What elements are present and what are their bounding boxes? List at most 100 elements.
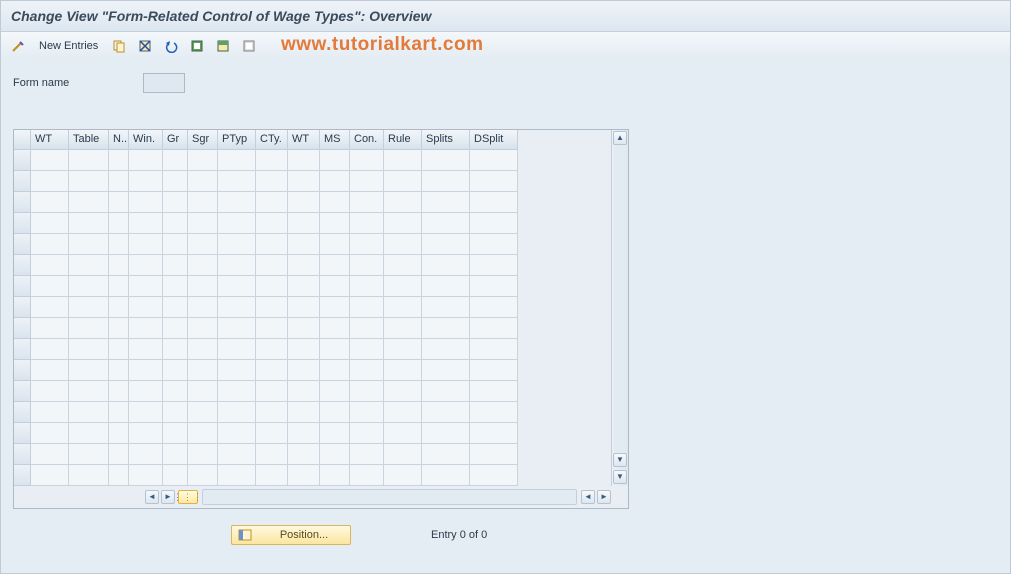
cell[interactable] <box>320 171 350 192</box>
cell[interactable] <box>422 171 470 192</box>
cell[interactable] <box>69 465 109 486</box>
cell[interactable] <box>288 339 320 360</box>
cell[interactable] <box>256 171 288 192</box>
cell[interactable] <box>31 276 69 297</box>
column-header[interactable]: Win. <box>129 130 163 150</box>
cell[interactable] <box>31 465 69 486</box>
cell[interactable] <box>218 402 256 423</box>
cell[interactable] <box>129 339 163 360</box>
cell[interactable] <box>288 444 320 465</box>
scroll-down-button[interactable]: ▼ <box>613 453 627 467</box>
cell[interactable] <box>320 402 350 423</box>
row-select-handle[interactable] <box>14 444 31 465</box>
cell[interactable] <box>31 360 69 381</box>
cell[interactable] <box>31 339 69 360</box>
row-select-handle[interactable] <box>14 360 31 381</box>
cell[interactable] <box>69 423 109 444</box>
cell[interactable] <box>320 360 350 381</box>
cell[interactable] <box>288 360 320 381</box>
cell[interactable] <box>422 423 470 444</box>
cell[interactable] <box>470 297 518 318</box>
cell[interactable] <box>109 171 129 192</box>
row-select-handle[interactable] <box>14 192 31 213</box>
cell[interactable] <box>470 234 518 255</box>
cell[interactable] <box>256 444 288 465</box>
cell[interactable] <box>129 276 163 297</box>
cell[interactable] <box>129 444 163 465</box>
cell[interactable] <box>384 339 422 360</box>
row-select-handle[interactable] <box>14 255 31 276</box>
column-header[interactable]: Rule <box>384 130 422 150</box>
cell[interactable] <box>256 360 288 381</box>
cell[interactable] <box>69 360 109 381</box>
row-select-handle[interactable] <box>14 423 31 444</box>
cell[interactable] <box>288 150 320 171</box>
cell[interactable] <box>384 150 422 171</box>
form-name-field[interactable] <box>143 73 185 93</box>
cell[interactable] <box>256 402 288 423</box>
cell[interactable] <box>350 297 384 318</box>
cell[interactable] <box>129 402 163 423</box>
cell[interactable] <box>256 465 288 486</box>
cell[interactable] <box>69 381 109 402</box>
cell[interactable] <box>31 402 69 423</box>
cell[interactable] <box>109 465 129 486</box>
cell[interactable] <box>69 150 109 171</box>
cell[interactable] <box>129 360 163 381</box>
cell[interactable] <box>350 150 384 171</box>
cell[interactable] <box>288 402 320 423</box>
cell[interactable] <box>31 423 69 444</box>
cell[interactable] <box>163 360 188 381</box>
column-picker-button[interactable]: ⋮⋮⋮ <box>178 490 198 504</box>
column-header[interactable]: MS <box>320 130 350 150</box>
cell[interactable] <box>218 213 256 234</box>
cell[interactable] <box>384 360 422 381</box>
cell[interactable] <box>109 339 129 360</box>
cell[interactable] <box>129 213 163 234</box>
cell[interactable] <box>218 444 256 465</box>
cell[interactable] <box>288 255 320 276</box>
cell[interactable] <box>31 171 69 192</box>
cell[interactable] <box>129 234 163 255</box>
cell[interactable] <box>69 213 109 234</box>
cell[interactable] <box>188 297 218 318</box>
cell[interactable] <box>350 171 384 192</box>
cell[interactable] <box>109 276 129 297</box>
scroll-left-button[interactable]: ◄ <box>145 490 159 504</box>
cell[interactable] <box>256 297 288 318</box>
cell[interactable] <box>109 150 129 171</box>
cell[interactable] <box>109 318 129 339</box>
cell[interactable] <box>218 360 256 381</box>
cell[interactable] <box>470 444 518 465</box>
scroll-left-button-2[interactable]: ◄ <box>581 490 595 504</box>
cell[interactable] <box>350 213 384 234</box>
cell[interactable] <box>350 255 384 276</box>
cell[interactable] <box>288 234 320 255</box>
cell[interactable] <box>384 423 422 444</box>
cell[interactable] <box>256 381 288 402</box>
cell[interactable] <box>422 318 470 339</box>
cell[interactable] <box>256 255 288 276</box>
cell[interactable] <box>129 423 163 444</box>
cell[interactable] <box>422 465 470 486</box>
cell[interactable] <box>129 381 163 402</box>
cell[interactable] <box>188 381 218 402</box>
cell[interactable] <box>218 150 256 171</box>
cell[interactable] <box>109 297 129 318</box>
select-block-button[interactable] <box>212 35 234 57</box>
cell[interactable] <box>188 423 218 444</box>
cell[interactable] <box>256 213 288 234</box>
cell[interactable] <box>163 465 188 486</box>
row-select-handle[interactable] <box>14 339 31 360</box>
grid-header-select-all[interactable] <box>14 130 31 150</box>
cell[interactable] <box>422 192 470 213</box>
position-button[interactable]: Position... <box>231 525 351 545</box>
cell[interactable] <box>384 465 422 486</box>
cell[interactable] <box>31 318 69 339</box>
cell[interactable] <box>218 255 256 276</box>
cell[interactable] <box>320 255 350 276</box>
cell[interactable] <box>320 297 350 318</box>
cell[interactable] <box>288 213 320 234</box>
cell[interactable] <box>422 402 470 423</box>
cell[interactable] <box>350 423 384 444</box>
